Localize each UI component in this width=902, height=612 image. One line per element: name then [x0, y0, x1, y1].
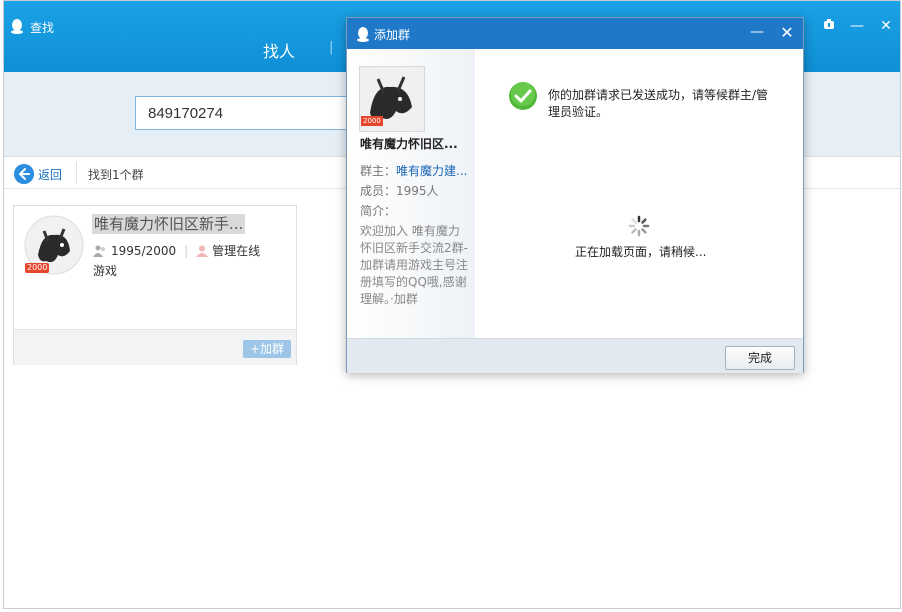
join-group-button[interactable]: +加群: [243, 340, 291, 358]
result-count: 找到1个群: [88, 168, 144, 182]
dialog-group-name: 唯有魔力怀旧区...: [360, 137, 458, 151]
back-arrow-icon: [14, 164, 34, 184]
members-icon: [93, 245, 105, 257]
nav-separator: |: [329, 40, 334, 55]
qq-penguin-icon: [11, 19, 23, 34]
member-limit-badge: 2000: [361, 116, 383, 126]
status-panel: 你的加群请求已发送成功，请等候群主/管理员验证。 正在加载页面，请稍候...: [475, 49, 803, 338]
tab-find-people[interactable]: 找人: [263, 38, 295, 62]
intro-text: 欢迎加入 唯有魔力怀旧区新手交流2群-加群请用游戏主号注册填写的QQ哦,感谢理解…: [360, 224, 469, 306]
owner-line: 群主：唯有魔力建...: [360, 162, 467, 179]
manager-status: 管理在线: [212, 244, 261, 258]
done-button[interactable]: 完成: [725, 346, 795, 370]
close-button[interactable]: ✕: [877, 17, 895, 35]
group-meta: 1995/2000 | 管理在线: [93, 242, 260, 259]
member-count: 1995/2000: [111, 243, 177, 258]
group-category: 游戏: [93, 264, 118, 278]
members-line: 成员：1995人: [360, 182, 439, 199]
group-name[interactable]: 唯有魔力怀旧区新手...: [92, 214, 246, 234]
owner-label: 群主：: [360, 164, 397, 178]
dialog-close-button[interactable]: ✕: [779, 23, 795, 42]
qq-penguin-icon: [357, 27, 369, 42]
manager-icon: [196, 245, 209, 257]
group-result-card[interactable]: 2000 唯有魔力怀旧区新手... 1995/2000 | 管理在线 游戏 +加…: [13, 205, 297, 365]
owner-link[interactable]: 唯有魔力建...: [396, 164, 467, 178]
window-title: 查找: [30, 21, 55, 35]
success-check-icon: [509, 82, 537, 110]
group-info-panel: 2000 唯有魔力怀旧区... 群主：唯有魔力建... 成员：1995人 简介：…: [347, 49, 475, 338]
minimize-button[interactable]: —: [848, 17, 866, 35]
divider: [76, 162, 77, 184]
success-message: 你的加群请求已发送成功，请等候群主/管理员验证。: [548, 88, 769, 119]
members-label: 成员：: [360, 184, 397, 198]
intro-label: 简介：: [360, 204, 397, 218]
search-input[interactable]: [135, 96, 351, 130]
dialog-minimize-button[interactable]: —: [749, 24, 765, 40]
loading-spinner-icon: [628, 215, 650, 237]
dialog-title: 添加群: [374, 28, 411, 42]
dialog-titlebar: 添加群 — ✕: [347, 18, 803, 49]
back-button[interactable]: 返回: [14, 164, 62, 184]
dialog-footer: 完成: [347, 338, 803, 373]
back-label: 返回: [38, 167, 63, 182]
members-value: 1995人: [396, 184, 439, 198]
loading-message: 正在加载页面，请稍候...: [575, 245, 707, 259]
pin-icon[interactable]: [820, 17, 838, 35]
member-limit-badge: 2000: [25, 263, 50, 273]
add-group-dialog: 添加群 — ✕ 2000 唯有魔力怀旧区... 群主：唯有魔力建... 成员：1…: [346, 17, 804, 373]
meta-separator: |: [184, 243, 189, 258]
card-footer: +加群: [14, 329, 296, 365]
